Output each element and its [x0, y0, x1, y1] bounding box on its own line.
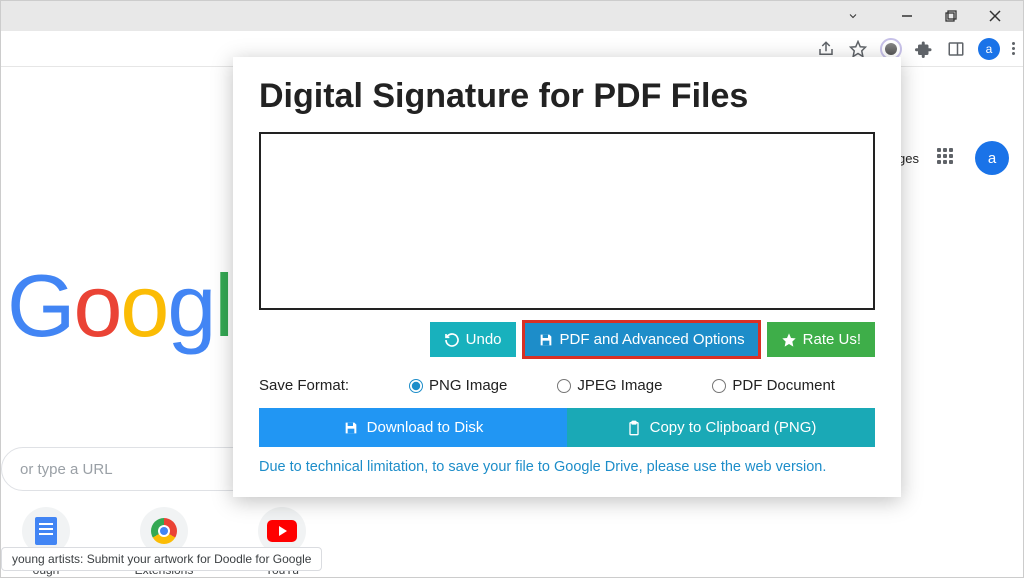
undo-icon — [444, 332, 460, 348]
minimize-button[interactable] — [885, 1, 929, 31]
extension-popup: Digital Signature for PDF Files Undo PDF… — [233, 57, 901, 497]
undo-label: Undo — [466, 331, 502, 348]
rate-button[interactable]: Rate Us! — [767, 322, 875, 357]
window-titlebar — [1, 1, 1023, 31]
chrome-menu-icon[interactable] — [1012, 42, 1015, 55]
format-pdf-label: PDF Document — [732, 377, 835, 394]
undo-button[interactable]: Undo — [430, 322, 516, 357]
google-header-link[interactable]: ges — [898, 151, 919, 166]
search-placeholder: or type a URL — [20, 461, 113, 478]
google-apps-icon[interactable] — [937, 148, 957, 168]
format-option-jpeg[interactable]: JPEG Image — [557, 377, 662, 394]
radio-jpeg[interactable] — [557, 379, 571, 393]
rate-label: Rate Us! — [803, 331, 861, 348]
copy-to-clipboard-button[interactable]: Copy to Clipboard (PNG) — [567, 408, 875, 447]
maximize-button[interactable] — [929, 1, 973, 31]
chevron-down-icon[interactable] — [831, 1, 875, 31]
download-buttons-row: Download to Disk Copy to Clipboard (PNG) — [259, 408, 875, 447]
google-profile-avatar[interactable]: a — [975, 141, 1009, 175]
format-option-png[interactable]: PNG Image — [409, 377, 507, 394]
pdf-advanced-label: PDF and Advanced Options — [560, 331, 745, 348]
popup-title: Digital Signature for PDF Files — [259, 77, 875, 116]
radio-pdf[interactable] — [712, 379, 726, 393]
google-header: ges a — [898, 141, 1009, 175]
floppy-icon — [343, 420, 359, 436]
doodle-promo-chip[interactable]: young artists: Submit your artwork for D… — [1, 547, 322, 571]
pdf-advanced-button[interactable]: PDF and Advanced Options — [524, 322, 759, 357]
star-icon — [781, 332, 797, 348]
profile-avatar-icon[interactable]: a — [978, 38, 1000, 60]
copy-clipboard-label: Copy to Clipboard (PNG) — [650, 419, 817, 436]
save-format-label: Save Format: — [259, 377, 359, 394]
close-button[interactable] — [973, 1, 1017, 31]
save-format-row: Save Format: PNG Image JPEG Image PDF Do… — [259, 377, 875, 394]
share-icon[interactable] — [816, 39, 836, 59]
download-to-disk-button[interactable]: Download to Disk — [259, 408, 567, 447]
save-icon — [538, 332, 554, 348]
format-option-pdf[interactable]: PDF Document — [712, 377, 835, 394]
download-disk-label: Download to Disk — [367, 419, 484, 436]
radio-png[interactable] — [409, 379, 423, 393]
extensions-puzzle-icon[interactable] — [914, 39, 934, 59]
action-buttons-row: Undo PDF and Advanced Options Rate Us! — [259, 322, 875, 357]
format-png-label: PNG Image — [429, 377, 507, 394]
bookmark-star-icon[interactable] — [848, 39, 868, 59]
format-jpeg-label: JPEG Image — [577, 377, 662, 394]
sidepanel-icon[interactable] — [946, 39, 966, 59]
limitation-note: Due to technical limitation, to save you… — [259, 459, 875, 475]
signature-canvas[interactable] — [259, 132, 875, 310]
clipboard-icon — [626, 420, 642, 436]
